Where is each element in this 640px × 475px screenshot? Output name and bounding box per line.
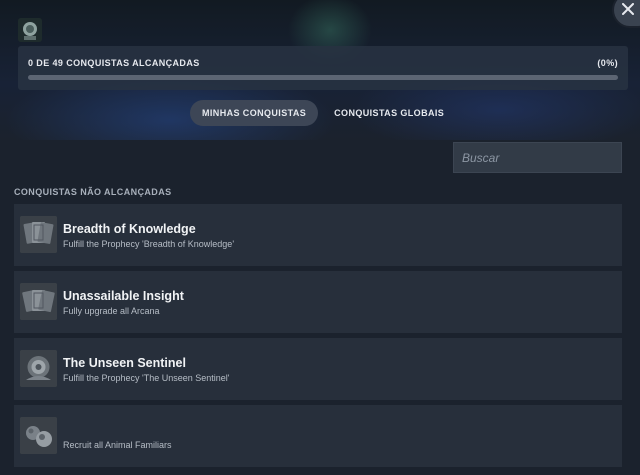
familiars-icon xyxy=(20,417,57,454)
achievement-description: Recruit all Animal Familiars xyxy=(63,440,172,450)
tab-my-achievements[interactable]: MINHAS CONQUISTAS xyxy=(190,100,319,126)
tab-bar: MINHAS CONQUISTAS CONQUISTAS GLOBAIS xyxy=(190,100,456,126)
game-icon xyxy=(18,18,42,42)
achievement-item[interactable]: Breadth of Knowledge Fulfill the Prophec… xyxy=(14,204,622,266)
achievement-list: Breadth of Knowledge Fulfill the Prophec… xyxy=(14,204,622,472)
cards-icon xyxy=(20,216,57,253)
achievement-description: Fully upgrade all Arcana xyxy=(63,306,160,316)
achievement-name: The Unseen Sentinel xyxy=(63,356,186,370)
achievement-item[interactable]: The Unseen Sentinel Fulfill the Prophecy… xyxy=(14,338,622,400)
close-icon xyxy=(622,2,634,20)
achievement-name: Unassailable Insight xyxy=(63,289,184,303)
achievement-description: Fulfill the Prophecy 'Breadth of Knowled… xyxy=(63,239,235,249)
progress-percent: (0%) xyxy=(597,58,618,68)
tab-global-achievements[interactable]: CONQUISTAS GLOBAIS xyxy=(322,100,456,126)
progress-label: 0 DE 49 CONQUISTAS ALCANÇADAS xyxy=(28,58,200,68)
achievement-item[interactable]: Unassailable Insight Fully upgrade all A… xyxy=(14,271,622,333)
sentinel-icon xyxy=(20,350,57,387)
progress-card: 0 DE 49 CONQUISTAS ALCANÇADAS (0%) xyxy=(18,46,628,90)
achievement-description: Fulfill the Prophecy 'The Unseen Sentine… xyxy=(63,373,230,383)
progress-bar xyxy=(28,75,618,80)
cards-icon xyxy=(20,283,57,320)
search-input[interactable] xyxy=(453,142,622,173)
achievement-item[interactable]: Recruit all Animal Familiars xyxy=(14,405,622,467)
achievement-name: Breadth of Knowledge xyxy=(63,222,196,236)
section-title: CONQUISTAS NÃO ALCANÇADAS xyxy=(14,187,172,197)
